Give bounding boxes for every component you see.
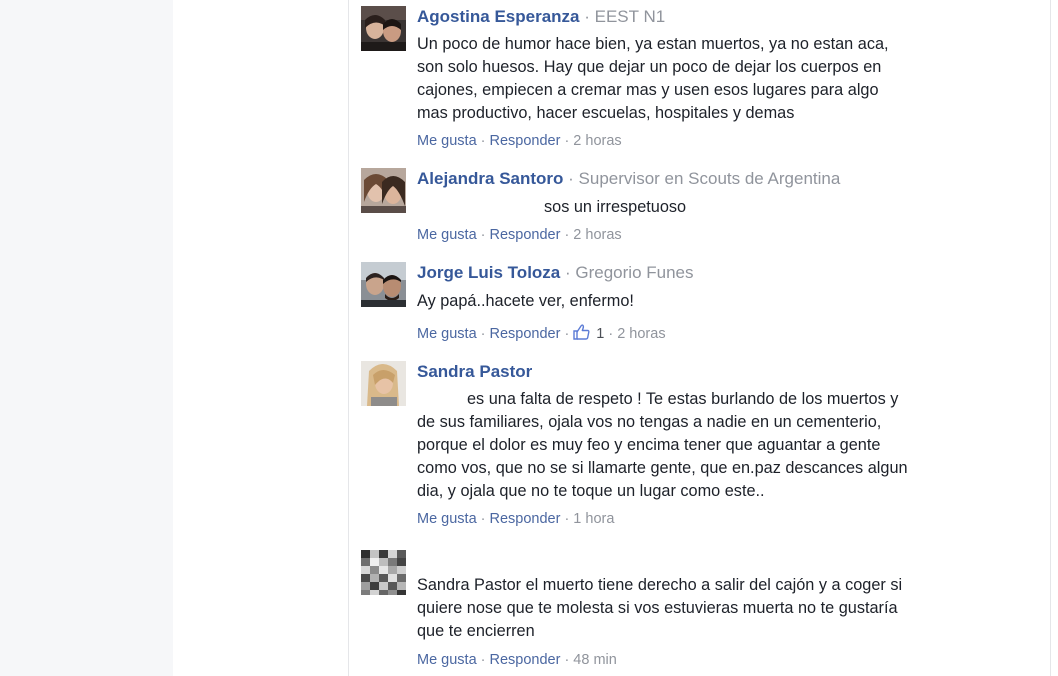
like-link[interactable]: Me gusta — [417, 326, 477, 342]
separator-dot: · — [565, 263, 576, 282]
separator-dot: · — [568, 169, 579, 188]
like-link[interactable]: Me gusta — [417, 227, 477, 243]
timestamp[interactable]: 2 horas — [573, 133, 621, 149]
comment-body: Alejandra Santoro · Supervisor en Scouts… — [417, 168, 977, 244]
comment-body: Jorge Luis Toloza · Gregorio Funes Ay pa… — [417, 262, 977, 345]
avatar[interactable] — [361, 262, 406, 307]
timestamp[interactable]: 2 horas — [573, 227, 621, 243]
author-subtitle[interactable]: EEST N1 — [595, 7, 666, 26]
reply-link[interactable]: Responder — [490, 227, 561, 243]
comment-actions: Me gusta · Responder · 2 horas — [417, 133, 622, 149]
comment-text: sos un irrespetuoso — [544, 198, 687, 216]
timestamp[interactable]: 2 horas — [617, 326, 665, 342]
comment-body: Agostina Esperanza · EEST N1 Un poco de … — [417, 6, 977, 150]
avatar[interactable] — [361, 6, 406, 51]
author-name[interactable]: Sandra Pastor — [417, 362, 532, 381]
comment-header: Sandra Pastor — [417, 361, 977, 383]
like-count: 1 — [596, 326, 605, 342]
separator-dot: · — [584, 7, 595, 26]
author-name[interactable]: Jorge Luis Toloza — [417, 263, 560, 282]
comment-body: Sandra Pastor el muerto tiene derecho a … — [417, 574, 977, 669]
comment-header: Agostina Esperanza · EEST N1 — [417, 6, 977, 28]
comment-actions: Me gusta · Responder · 1 · 2 horas — [417, 324, 977, 345]
comment-actions: Me gusta · Responder · 48 min — [417, 652, 617, 668]
comment-header: Alejandra Santoro · Supervisor en Scouts… — [417, 168, 977, 190]
reply-link[interactable]: Responder — [490, 133, 561, 149]
comment-actions: Me gusta · Responder · 1 hora — [417, 511, 615, 527]
comment-text: Sandra Pastor el muerto tiene derecho a … — [417, 576, 903, 640]
author-name[interactable]: Alejandra Santoro — [417, 169, 563, 188]
comment-text: es una falta de respeto ! Te estas burla… — [417, 390, 908, 500]
reply-link[interactable]: Responder — [490, 652, 561, 668]
author-subtitle[interactable]: Gregorio Funes — [575, 263, 693, 282]
avatar[interactable] — [361, 168, 406, 213]
reply-link[interactable]: Responder — [490, 511, 561, 527]
timestamp[interactable]: 48 min — [573, 652, 617, 668]
author-subtitle[interactable]: Supervisor en Scouts de Argentina — [579, 169, 841, 188]
comment-text: Ay papá..hacete ver, enfermo! — [417, 292, 634, 310]
left-gutter — [0, 0, 173, 676]
avatar[interactable] — [361, 361, 406, 406]
author-name[interactable]: Agostina Esperanza — [417, 7, 580, 26]
like-link[interactable]: Me gusta — [417, 652, 477, 668]
like-link[interactable]: Me gusta — [417, 133, 477, 149]
reply-link[interactable]: Responder — [490, 326, 561, 342]
timestamp[interactable]: 1 hora — [573, 511, 614, 527]
column-divider — [348, 0, 349, 676]
like-thumb-icon[interactable] — [573, 324, 590, 345]
like-link[interactable]: Me gusta — [417, 511, 477, 527]
avatar-pixelated[interactable] — [361, 550, 406, 595]
comment-text: Un poco de humor hace bien, ya estan mue… — [417, 35, 889, 122]
comment-actions: Me gusta · Responder · 2 horas — [417, 227, 622, 243]
comment-header: Jorge Luis Toloza · Gregorio Funes — [417, 262, 977, 284]
comment-body: Sandra Pastor es una falta de respeto ! … — [417, 361, 977, 528]
right-divider — [1050, 0, 1051, 676]
